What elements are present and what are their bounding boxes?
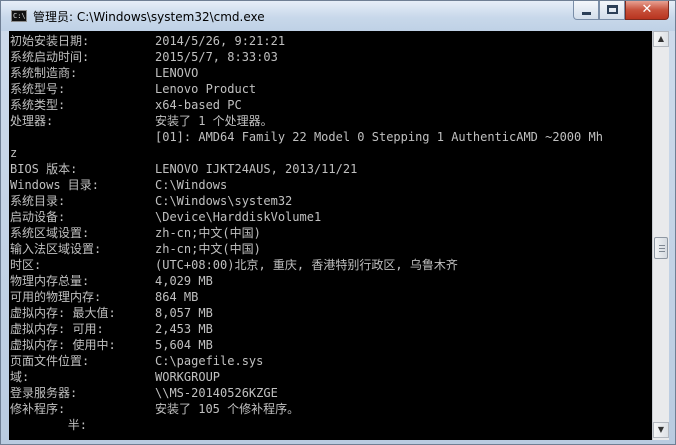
minimize-button[interactable] xyxy=(573,1,599,20)
console-line-label: 系统区域设置: xyxy=(10,226,90,240)
console-line-label: 登录服务器: xyxy=(10,386,78,400)
console-line-label: 处理器: xyxy=(10,114,54,128)
console-line-label: 域: xyxy=(10,370,30,384)
console-line: 页面文件位置: C:\pagefile.sys xyxy=(10,353,652,369)
console-line-value: C:\pagefile.sys xyxy=(155,354,264,368)
console-line: 虚拟内存: 可用: 2,453 MB xyxy=(10,321,652,337)
console-line-value: WORKGROUP xyxy=(155,370,221,384)
console-line-value: x64-based PC xyxy=(155,98,242,112)
console-line: 输入法区域设置: zh-cn;中文(中国) xyxy=(10,241,652,257)
minimize-icon xyxy=(582,12,591,15)
console-line-label: 虚拟内存: 可用: xyxy=(10,322,104,336)
console-line: 半: xyxy=(10,417,652,433)
console-line-label: 页面文件位置: xyxy=(10,354,90,368)
console-line-label: z xyxy=(10,146,18,160)
grip-line xyxy=(659,248,665,249)
console-line-label: 修补程序: xyxy=(10,402,66,416)
console-line: 系统制造商: LENOVO xyxy=(10,65,652,81)
console-line: 启动设备: \Device\HarddiskVolume1 xyxy=(10,209,652,225)
console-line: 物理内存总量: 4,029 MB xyxy=(10,273,652,289)
scroll-down-arrow-icon[interactable]: ▼ xyxy=(653,422,669,438)
console-line-label: 初始安装日期: xyxy=(10,34,90,48)
console-line-label: 物理内存总量: xyxy=(10,274,90,288)
close-icon: ✕ xyxy=(641,2,653,17)
console-line: [01]: AMD64 Family 22 Model 0 Stepping 1… xyxy=(10,129,652,145)
title-bar[interactable]: C:\ 管理员: C:\Windows\system32\cmd.exe ✕ xyxy=(1,1,675,31)
console-line: 系统目录: C:\Windows\system32 xyxy=(10,193,652,209)
console-line-value: 2014/5/26, 9:21:21 xyxy=(155,34,286,48)
console-line: BIOS 版本: LENOVO IJKT24AUS, 2013/11/21 xyxy=(10,161,652,177)
cmd-window: C:\ 管理员: C:\Windows\system32\cmd.exe ✕ 初… xyxy=(0,0,676,445)
cmd-app-icon[interactable]: C:\ xyxy=(11,10,27,22)
maximize-button[interactable] xyxy=(599,1,625,20)
console-line-value: LENOVO IJKT24AUS, 2013/11/21 xyxy=(155,162,358,176)
console-line: 系统型号: Lenovo Product xyxy=(10,81,652,97)
console-line-label: 系统启动时间: xyxy=(10,50,90,64)
console-line: 虚拟内存: 最大值: 8,057 MB xyxy=(10,305,652,321)
console-line-value: (UTC+08:00)北京, 重庆, 香港特别行政区, 乌鲁木齐 xyxy=(155,258,458,272)
maximize-icon xyxy=(607,5,618,14)
console-line-label: 输入法区域设置: xyxy=(10,242,102,256)
console-line-value: \Device\HarddiskVolume1 xyxy=(155,210,322,224)
console-line: 登录服务器: \\MS-20140526KZGE xyxy=(10,385,652,401)
console-line-label: 系统型号: xyxy=(10,82,66,96)
console-line-label: 系统类型: xyxy=(10,98,66,112)
console-line: 虚拟内存: 使用中: 5,604 MB xyxy=(10,337,652,353)
grip-line xyxy=(659,251,665,252)
console-line: z xyxy=(10,145,652,161)
console-line-label: Windows 目录: xyxy=(10,178,100,192)
console-line-value: \\MS-20140526KZGE xyxy=(155,386,278,400)
console-line-label: 系统目录: xyxy=(10,194,66,208)
console-line-value: C:\Windows\system32 xyxy=(155,194,293,208)
console-line-value: 8,057 MB xyxy=(155,306,213,320)
console-line-value: 4,029 MB xyxy=(155,274,213,288)
console-line-value: 864 MB xyxy=(155,290,199,304)
scrollbar-thumb[interactable] xyxy=(654,237,668,259)
console-line-value: 5,604 MB xyxy=(155,338,213,352)
console-line: 系统类型: x64-based PC xyxy=(10,97,652,113)
scroll-up-arrow-icon[interactable]: ▲ xyxy=(653,31,669,47)
console-line-value: zh-cn;中文(中国) xyxy=(155,242,261,256)
console-line-label: 启动设备: xyxy=(10,210,66,224)
console-line: 时区: (UTC+08:00)北京, 重庆, 香港特别行政区, 乌鲁木齐 xyxy=(10,257,652,273)
console-line: 处理器: 安装了 1 个处理器。 xyxy=(10,113,652,129)
console-line: 修补程序: 安装了 105 个修补程序。 xyxy=(10,401,652,417)
console-line: 系统启动时间: 2015/5/7, 8:33:03 xyxy=(10,49,652,65)
console-line: 可用的物理内存: 864 MB xyxy=(10,289,652,305)
console-line-label: 虚拟内存: 最大值: xyxy=(10,306,116,320)
window-title: 管理员: C:\Windows\system32\cmd.exe xyxy=(33,10,265,24)
console-line-label: 系统制造商: xyxy=(10,66,78,80)
console-line-value: zh-cn;中文(中国) xyxy=(155,226,261,240)
console-output[interactable]: 初始安装日期: 2014/5/26, 9:21:21 系统启动时间: 2015/5/7… xyxy=(9,31,652,440)
console-line-value: [01]: AMD64 Family 22 Model 0 Stepping 1… xyxy=(155,130,603,144)
console-line: 初始安装日期: 2014/5/26, 9:21:21 xyxy=(10,33,652,49)
console-line-value: 2,453 MB xyxy=(155,322,213,336)
caption-buttons: ✕ xyxy=(573,1,669,21)
console-line-label: 时区: xyxy=(10,258,42,272)
close-button[interactable]: ✕ xyxy=(625,1,669,20)
console-line: 域: WORKGROUP xyxy=(10,369,652,385)
console-line-value: 安装了 1 个处理器。 xyxy=(155,114,273,128)
console-line-value: C:\Windows xyxy=(155,178,228,192)
console-line-value: 2015/5/7, 8:33:03 xyxy=(155,50,278,64)
console-line-label: 半: xyxy=(10,418,88,432)
console-line-value: LENOVO xyxy=(155,66,199,80)
vertical-scrollbar[interactable]: ▲ ▼ xyxy=(652,31,669,440)
console-line-label: 可用的物理内存: xyxy=(10,290,102,304)
console-line: Windows 目录: C:\Windows xyxy=(10,177,652,193)
console-line: 系统区域设置: zh-cn;中文(中国) xyxy=(10,225,652,241)
grip-line xyxy=(659,245,665,246)
console-line-label: BIOS 版本: xyxy=(10,162,78,176)
console-line-value: 安装了 105 个修补程序。 xyxy=(155,402,300,416)
console-line-value: Lenovo Product xyxy=(155,82,257,96)
console-line-label: 虚拟内存: 使用中: xyxy=(10,338,116,352)
